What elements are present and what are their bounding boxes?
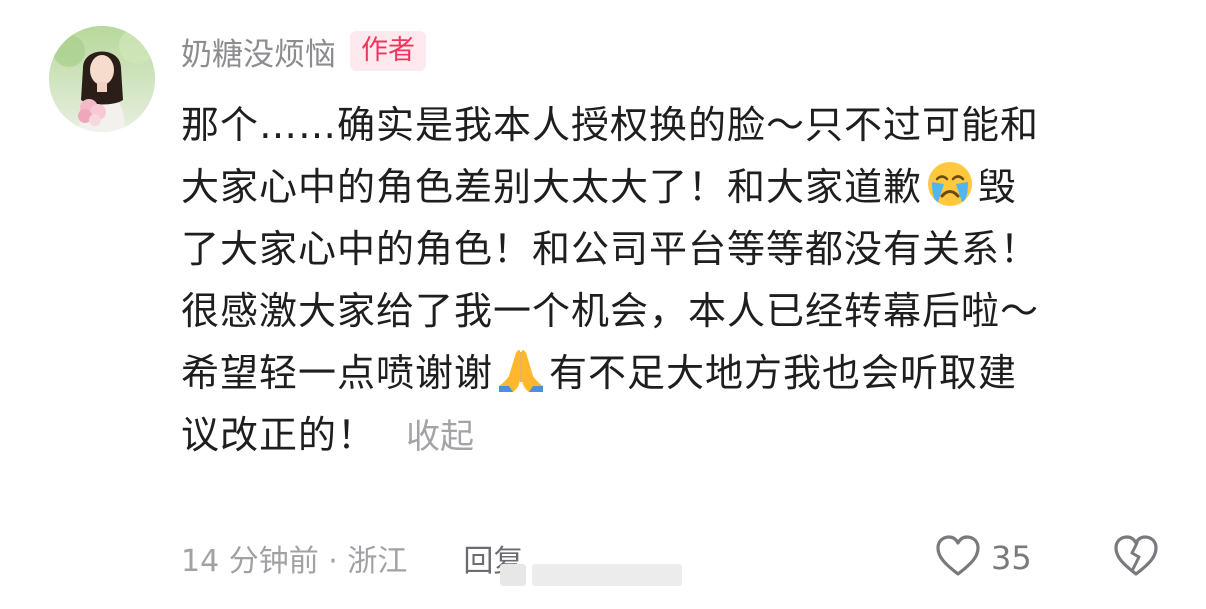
comment-line-text: 了大家心中的角色！和公司平台等等都没有关系！ xyxy=(181,227,1040,271)
comment-meta: 14 分钟前 · 浙江 xyxy=(181,544,408,579)
collapse-link[interactable]: 收起 xyxy=(406,417,474,457)
comment-line: 希望轻一点喷谢谢 有不足大地方我也会听取建 xyxy=(181,342,1171,404)
comment-line-text: 大家心中的角色差别大太大了！和大家道歉 xyxy=(181,165,923,209)
comment-line-text: 那个……确实是我本人授权换的脸～只不过可能和 xyxy=(181,103,1040,147)
folded-hands-emoji xyxy=(495,346,547,394)
broken-heart-icon xyxy=(1111,533,1161,583)
author-badge: 作者 xyxy=(350,31,426,71)
comment-line: 那个……确实是我本人授权换的脸～只不过可能和 xyxy=(181,94,1171,156)
comment-line-text: 有不足大地方我也会听取建 xyxy=(549,351,1018,395)
watermark xyxy=(500,560,700,590)
heart-icon xyxy=(933,533,983,583)
dislike-button[interactable] xyxy=(1111,533,1161,583)
comment-line: 大家心中的角色差别大太大了！和大家道歉 毁 xyxy=(181,156,1171,218)
comment-line-text: 希望轻一点喷谢谢 xyxy=(181,351,494,395)
comment-line-text: 毁 xyxy=(978,165,1018,209)
watermark-text-blur xyxy=(532,564,682,586)
comment-text: 那个……确实是我本人授权换的脸～只不过可能和 大家心中的角色差别大太大了！和大家… xyxy=(181,94,1171,466)
like-count: 35 xyxy=(991,539,1032,577)
comment-line: 很感激大家给了我一个机会，本人已经转幕后啦～ xyxy=(181,280,1171,342)
avatar-image xyxy=(49,26,155,132)
avatar[interactable] xyxy=(49,26,155,132)
comment-line-text: 议改正的！ xyxy=(181,413,377,457)
comment-header: 奶糖没烦恼 作者 xyxy=(181,29,426,73)
comment-line: 议改正的！ 收起 xyxy=(181,404,1171,466)
crying-face-emoji xyxy=(924,160,976,208)
like-button[interactable]: 35 xyxy=(933,533,1032,583)
comment-line-text: 很感激大家给了我一个机会，本人已经转幕后啦～ xyxy=(181,289,1040,333)
comment-line: 了大家心中的角色！和公司平台等等都没有关系！ xyxy=(181,218,1171,280)
author-name[interactable]: 奶糖没烦恼 xyxy=(181,29,336,74)
watermark-logo xyxy=(500,564,526,586)
